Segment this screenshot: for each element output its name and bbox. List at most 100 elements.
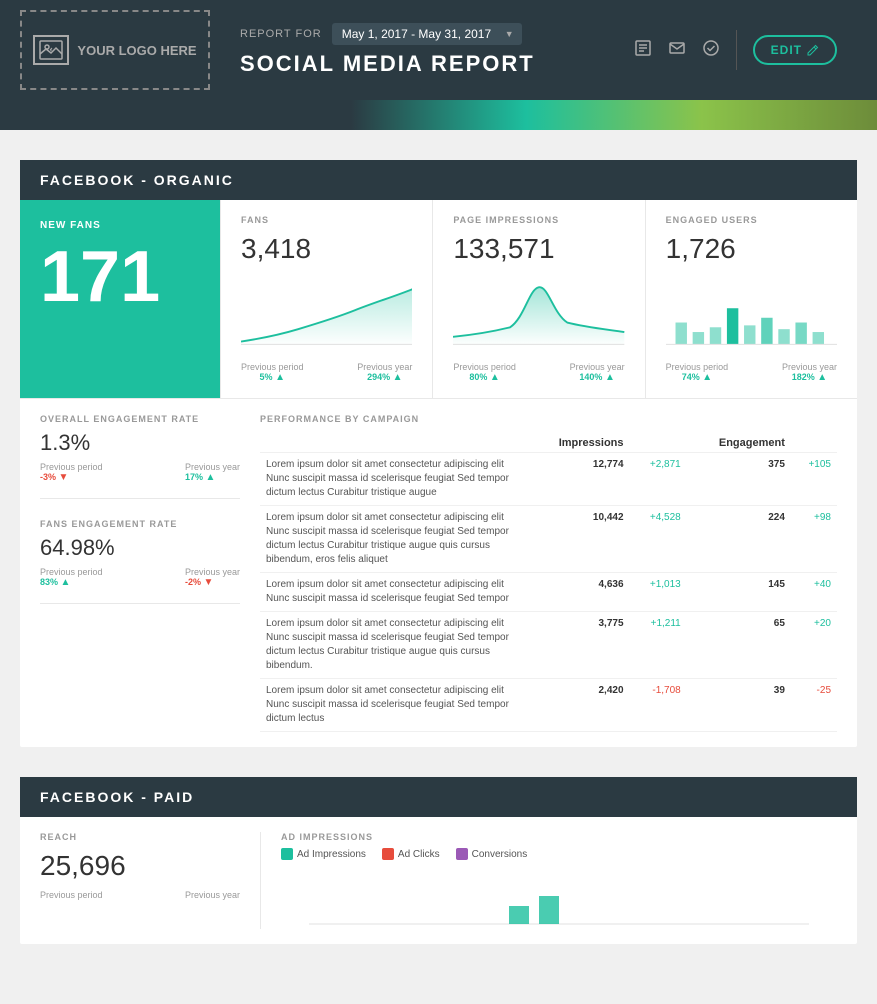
legend-green-dot <box>281 848 293 860</box>
engaged-prev-year: Previous year 182% ▲ <box>782 362 837 383</box>
impressions-prev-period: Previous period 80% ▲ <box>453 362 516 383</box>
campaign-row: Lorem ipsum dolor sit amet consectetur a… <box>260 573 837 612</box>
overall-prev-year: Previous year 17% ▲ <box>185 462 240 483</box>
new-fans-label: NEW FANS <box>40 220 200 231</box>
overall-year-arrow: ▲ <box>206 472 216 483</box>
legend-ad-clicks-label: Ad Clicks <box>398 849 440 860</box>
fans-period-arrow: ▲ <box>275 372 285 383</box>
campaign-engagement-delta: +105 <box>791 453 837 506</box>
overall-engagement-value: 1.3% <box>40 430 240 456</box>
campaign-text: Lorem ipsum dolor sit amet consectetur a… <box>260 573 527 612</box>
campaign-text: Lorem ipsum dolor sit amet consectetur a… <box>260 453 527 506</box>
ad-legend: Ad Impressions Ad Clicks Conversions <box>281 848 837 860</box>
legend-ad-impressions-label: Ad Impressions <box>297 849 366 860</box>
fans-period-row: Previous period 5% ▲ Previous year 294% … <box>241 362 412 383</box>
campaign-impressions-delta: +1,013 <box>630 573 687 612</box>
overall-prev-period: Previous period -3% ▼ <box>40 462 103 483</box>
facebook-paid-header: FACEBOOK - PAID <box>20 777 857 817</box>
campaign-text: Lorem ipsum dolor sit amet consectetur a… <box>260 506 527 573</box>
date-select-wrap[interactable]: May 1, 2017 - May 31, 2017 <box>332 23 522 45</box>
fans-engagement-periods: Previous period 83% ▲ Previous year -2% … <box>40 567 240 588</box>
impressions-year-arrow: ▲ <box>605 372 615 383</box>
check-icon[interactable] <box>702 39 720 62</box>
campaign-impressions-delta: -1,708 <box>630 679 687 732</box>
ad-impressions-col: AD IMPRESSIONS Ad Impressions Ad Clicks … <box>260 832 837 929</box>
fans-prev-period: Previous period 5% ▲ <box>241 362 304 383</box>
engaged-users-label: ENGAGED USERS <box>666 215 837 225</box>
legend-conversions-label: Conversions <box>472 849 528 860</box>
engagement-rates-col: OVERALL ENGAGEMENT RATE 1.3% Previous pe… <box>40 414 240 732</box>
logo: YOUR LOGO HERE <box>20 10 210 90</box>
edit-button[interactable]: EDIT <box>753 35 837 65</box>
overall-engagement-block: OVERALL ENGAGEMENT RATE 1.3% Previous pe… <box>40 414 240 499</box>
engaged-chart <box>666 273 837 356</box>
fans-engagement-value: 64.98% <box>40 535 240 561</box>
campaign-engagement: 224 <box>687 506 791 573</box>
campaign-impressions: 3,775 <box>527 612 630 679</box>
campaign-engagement-delta: +40 <box>791 573 837 612</box>
campaign-engagement-delta: +98 <box>791 506 837 573</box>
page-impressions-card: PAGE IMPRESSIONS 133,571 <box>432 200 644 398</box>
download-icon[interactable] <box>634 39 652 62</box>
impressions-header: Impressions <box>527 434 630 453</box>
reach-label: REACH <box>40 832 240 842</box>
campaign-row: Lorem ipsum dolor sit amet consectetur a… <box>260 453 837 506</box>
legend-purple-dot <box>456 848 468 860</box>
engaged-period-row: Previous period 74% ▲ Previous year 182%… <box>666 362 837 383</box>
email-icon[interactable] <box>668 39 686 62</box>
new-fans-card: NEW FANS 171 <box>20 200 220 398</box>
impressions-chart <box>453 273 624 356</box>
page-impressions-value: 133,571 <box>453 233 624 265</box>
engaged-period-arrow: ▲ <box>702 372 712 383</box>
paid-metrics-row: REACH 25,696 Previous period Previous ye… <box>20 817 857 944</box>
facebook-organic-section: FACEBOOK - ORGANIC NEW FANS 171 FANS 3,4… <box>20 160 857 747</box>
header: YOUR LOGO HERE REPORT FOR May 1, 2017 - … <box>0 0 877 100</box>
campaign-row: Lorem ipsum dolor sit amet consectetur a… <box>260 612 837 679</box>
overall-engagement-periods: Previous period -3% ▼ Previous year 17% … <box>40 462 240 483</box>
engaged-users-card: ENGAGED USERS 1,726 <box>645 200 857 398</box>
campaign-impressions-delta: +1,211 <box>630 612 687 679</box>
organic-metrics-row: NEW FANS 171 FANS 3,418 <box>20 200 857 399</box>
campaign-impressions: 10,442 <box>527 506 630 573</box>
legend-red-dot <box>382 848 394 860</box>
overall-period-arrow: ▼ <box>59 472 69 483</box>
engaged-prev-period: Previous period 74% ▲ <box>666 362 729 383</box>
impressions-prev-year: Previous year 140% ▲ <box>570 362 625 383</box>
campaign-table: Impressions Engagement Lorem ipsum dolor… <box>260 434 837 732</box>
legend-ad-clicks: Ad Clicks <box>382 848 440 860</box>
legend-conversions: Conversions <box>456 848 528 860</box>
performance-label: PERFORMANCE BY CAMPAIGN <box>260 414 837 424</box>
engaged-year-arrow: ▲ <box>817 372 827 383</box>
campaign-engagement-delta: +20 <box>791 612 837 679</box>
header-center: REPORT FOR May 1, 2017 - May 31, 2017 SO… <box>210 23 614 77</box>
impressions-period-row: Previous period 80% ▲ Previous year 140%… <box>453 362 624 383</box>
engaged-chart-svg <box>666 273 837 353</box>
new-fans-value: 171 <box>40 241 200 313</box>
organic-lower-section: OVERALL ENGAGEMENT RATE 1.3% Previous pe… <box>20 399 857 747</box>
header-banner <box>0 100 877 130</box>
impressions-period-arrow: ▲ <box>490 372 500 383</box>
campaign-engagement: 39 <box>687 679 791 732</box>
main-content: FACEBOOK - ORGANIC NEW FANS 171 FANS 3,4… <box>0 130 877 1004</box>
reach-period-row: Previous period Previous year <box>40 890 240 900</box>
overall-engagement-label: OVERALL ENGAGEMENT RATE <box>40 414 240 424</box>
facebook-paid-section: FACEBOOK - PAID REACH 25,696 Previous pe… <box>20 777 857 944</box>
reach-value: 25,696 <box>40 850 240 882</box>
campaign-impressions: 4,636 <box>527 573 630 612</box>
ad-impressions-label: AD IMPRESSIONS <box>281 832 837 842</box>
fans-eng-period-arrow: ▲ <box>61 577 71 588</box>
fans-prev-year: Previous year 294% ▲ <box>357 362 412 383</box>
fans-engagement-block: FANS ENGAGEMENT RATE 64.98% Previous per… <box>40 519 240 604</box>
campaign-impressions: 2,420 <box>527 679 630 732</box>
fans-card: FANS 3,418 <box>220 200 432 398</box>
header-actions: EDIT <box>614 30 857 70</box>
date-range-select[interactable]: May 1, 2017 - May 31, 2017 <box>332 23 522 45</box>
campaign-text: Lorem ipsum dolor sit amet consectetur a… <box>260 679 527 732</box>
campaign-engagement: 375 <box>687 453 791 506</box>
campaign-row: Lorem ipsum dolor sit amet consectetur a… <box>260 506 837 573</box>
fans-value: 3,418 <box>241 233 412 265</box>
fans-chart <box>241 273 412 356</box>
fans-label: FANS <box>241 215 412 225</box>
fans-eng-prev-year: Previous year -2% ▼ <box>185 567 240 588</box>
facebook-organic-header: FACEBOOK - ORGANIC <box>20 160 857 200</box>
